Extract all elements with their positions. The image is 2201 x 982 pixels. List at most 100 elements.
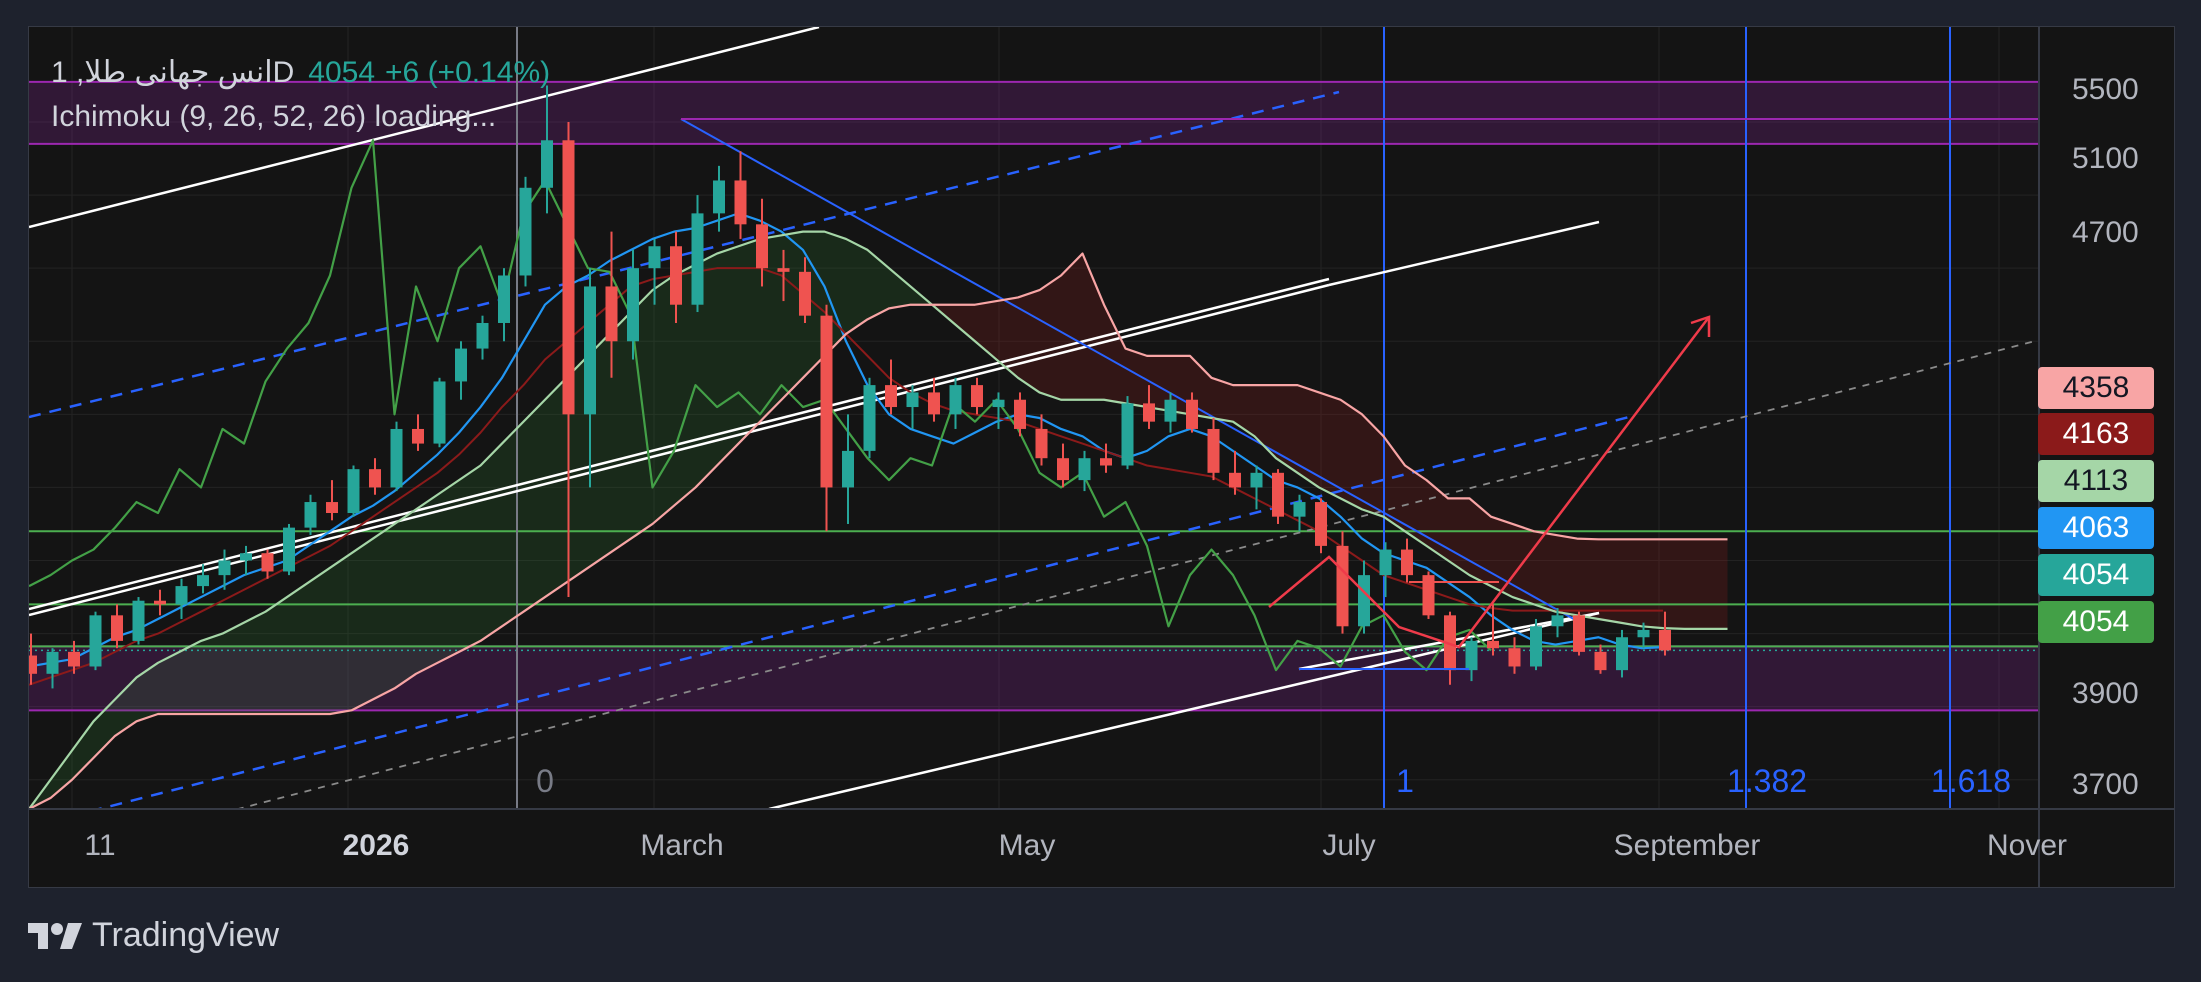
- candle-up: [1637, 629, 1650, 638]
- candle-up: [498, 275, 510, 323]
- cloud-segment: [846, 238, 868, 334]
- tradingview-logo-icon: [28, 922, 82, 949]
- cloud-segment: [72, 721, 94, 780]
- cloud-segment: [373, 523, 395, 700]
- x-tick-november: Nover: [1986, 829, 2068, 862]
- last-price: 4054: [308, 56, 376, 89]
- cloud-segment: [609, 312, 631, 554]
- x-tick-2026: 2026: [342, 829, 410, 862]
- candle-up: [433, 381, 446, 444]
- candle-down: [29, 655, 37, 674]
- candle-up: [218, 560, 231, 576]
- candle-up: [863, 385, 876, 451]
- candle-up: [1551, 615, 1564, 627]
- candle-up: [1465, 640, 1478, 671]
- candle-down: [756, 224, 768, 269]
- candle-down: [154, 600, 166, 605]
- candle-down: [562, 140, 575, 415]
- y-tick-3700: 3700: [2072, 768, 2139, 801]
- y-tick-3900: 3900: [2072, 677, 2139, 710]
- candle-up: [390, 428, 403, 488]
- y-tick-5100: 5100: [2072, 142, 2139, 175]
- price-chart[interactable]: [29, 27, 2174, 887]
- candle-down: [1100, 458, 1112, 466]
- x-tick-september: September: [1613, 829, 1761, 862]
- candle-up: [476, 322, 489, 349]
- candle-up: [1164, 399, 1177, 422]
- candle-down: [605, 286, 618, 342]
- candle-down: [261, 553, 274, 572]
- candle-up: [519, 187, 532, 276]
- fib-label-1-382: 1.382: [1726, 763, 1808, 799]
- cloud-segment: [265, 597, 287, 714]
- cloud-segment: [652, 275, 674, 524]
- candle-down: [412, 428, 424, 444]
- candle-down: [820, 315, 833, 488]
- candle-up: [691, 213, 704, 305]
- cloud-segment: [502, 421, 524, 627]
- cloud-segment: [1297, 385, 1319, 488]
- price-label-tenkan: 4063: [2038, 507, 2154, 549]
- candle-up: [1379, 549, 1392, 576]
- cloud-segment: [1340, 399, 1362, 510]
- candle-up: [541, 140, 553, 188]
- candle-down: [1035, 428, 1048, 459]
- cloud-segment: [287, 582, 309, 714]
- candle-up: [1358, 575, 1370, 627]
- indicator-row[interactable]: Ichimoku (9, 26, 52, 26) loading...: [51, 95, 550, 139]
- cloud-segment: [480, 443, 502, 641]
- price-label-kijun: 4163: [2038, 413, 2154, 455]
- candle-down: [326, 502, 338, 514]
- x-tick-11: 11: [84, 829, 116, 862]
- cloud-segment: [330, 553, 352, 714]
- candle-up: [240, 553, 252, 561]
- candle-down: [68, 651, 80, 667]
- cloud-segment: [222, 622, 244, 714]
- plot-layer: [29, 27, 2039, 809]
- candle-up: [175, 586, 188, 605]
- candle-down: [1594, 651, 1607, 671]
- candle-up: [1250, 472, 1263, 488]
- symbol-row[interactable]: 1 ,انس جهانی طلاD 4054 +6 (+0.14%): [51, 51, 550, 95]
- candlesticks: [29, 85, 1671, 689]
- cloud-segment: [523, 399, 545, 612]
- candle-up: [713, 180, 725, 214]
- cloud-segment: [179, 640, 201, 714]
- candle-down: [1315, 502, 1327, 546]
- fib-label-1: 1: [1396, 763, 1414, 799]
- cloud-segment: [1577, 538, 1599, 619]
- candle-down: [777, 268, 790, 272]
- cloud-segment: [1491, 516, 1513, 598]
- chart-legend: 1 ,انس جهانی طلاD 4054 +6 (+0.14%) Ichimok…: [51, 51, 550, 139]
- candle-up: [842, 450, 854, 488]
- candle-down: [1014, 399, 1026, 429]
- candle-up: [132, 600, 145, 641]
- cloud-segment: [1620, 539, 1642, 627]
- cloud-segment: [308, 567, 330, 714]
- candle-down: [971, 385, 983, 408]
- candle-up: [1293, 502, 1306, 517]
- candle-up: [992, 399, 1005, 408]
- chart-frame[interactable]: 1 ,انس جهانی طلاD 4054 +6 (+0.14%) Ichimok…: [28, 26, 2175, 888]
- candle-down: [928, 392, 940, 415]
- candle-down: [670, 246, 682, 305]
- candle-down: [885, 385, 897, 408]
- candle-down: [1207, 428, 1220, 473]
- candle-up: [304, 502, 317, 528]
- cloud-segment: [1555, 534, 1577, 616]
- candle-down: [1057, 458, 1069, 481]
- cloud-segment: [1018, 290, 1040, 393]
- fib-label-1-618: 1.618: [1930, 763, 2012, 799]
- x-tick-may: May: [998, 829, 1056, 862]
- candle-up: [627, 268, 639, 342]
- candle-down: [369, 469, 381, 488]
- candle-up: [584, 286, 596, 415]
- candle-up: [906, 392, 919, 408]
- cloud-segment: [1039, 275, 1061, 400]
- price-label-senkou-b: 4358: [2038, 367, 2154, 409]
- brand[interactable]: TradingView: [28, 916, 279, 955]
- fib-label-0: 0: [536, 763, 554, 799]
- candle-up: [283, 527, 295, 572]
- ichimoku-cloud: [29, 231, 1728, 809]
- cloud-segment: [1663, 539, 1685, 629]
